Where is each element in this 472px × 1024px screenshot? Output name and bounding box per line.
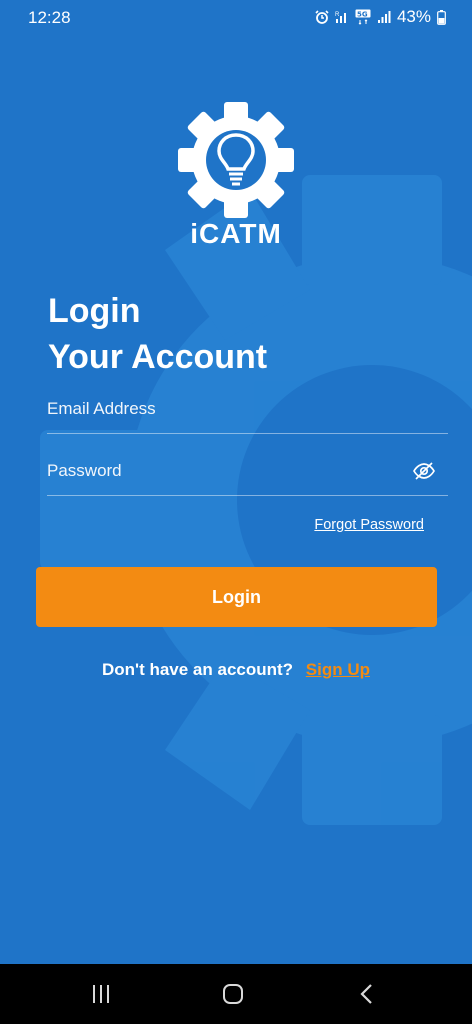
- title-line-2: Your Account: [48, 338, 268, 376]
- status-icons: R 5G 43%: [315, 7, 446, 27]
- home-icon[interactable]: [218, 980, 248, 1008]
- signal-icon: R: [335, 12, 346, 23]
- signup-prompt: Don't have an account?: [101, 660, 294, 679]
- signup-row: Don't have an account? Sign Up: [0, 660, 472, 680]
- alarm-icon: [315, 10, 329, 24]
- status-bar: 12:28 R 5G 43%: [0, 0, 472, 36]
- navigation-bar: [0, 964, 472, 1024]
- battery-icon: [437, 9, 446, 25]
- logo-gear-bulb-icon: [178, 102, 294, 218]
- sign-up-link[interactable]: Sign Up: [306, 660, 370, 679]
- svg-text:5G: 5G: [357, 11, 368, 19]
- svg-text:R: R: [335, 12, 340, 18]
- recents-icon[interactable]: [86, 980, 116, 1008]
- title-line-1: Login: [48, 292, 141, 330]
- eye-off-icon[interactable]: [412, 459, 436, 483]
- 5g-icon: 5G: [355, 9, 371, 25]
- login-button[interactable]: Login: [36, 567, 437, 627]
- status-time: 12:28: [28, 8, 71, 27]
- back-icon[interactable]: [352, 980, 382, 1008]
- email-field[interactable]: [47, 389, 407, 429]
- battery-percentage: 43%: [396, 7, 431, 26]
- login-screen: 12:28 R 5G 43% iCATM Login Your Account …: [0, 0, 472, 964]
- password-field[interactable]: [47, 451, 407, 491]
- brand-name: iCATM: [190, 218, 282, 249]
- password-field-container: [47, 451, 448, 496]
- forgot-password-link[interactable]: Forgot Password: [314, 517, 424, 533]
- signal-bars-icon: [377, 11, 391, 23]
- email-field-container: [47, 389, 448, 434]
- page-title: Login Your Account: [48, 288, 267, 380]
